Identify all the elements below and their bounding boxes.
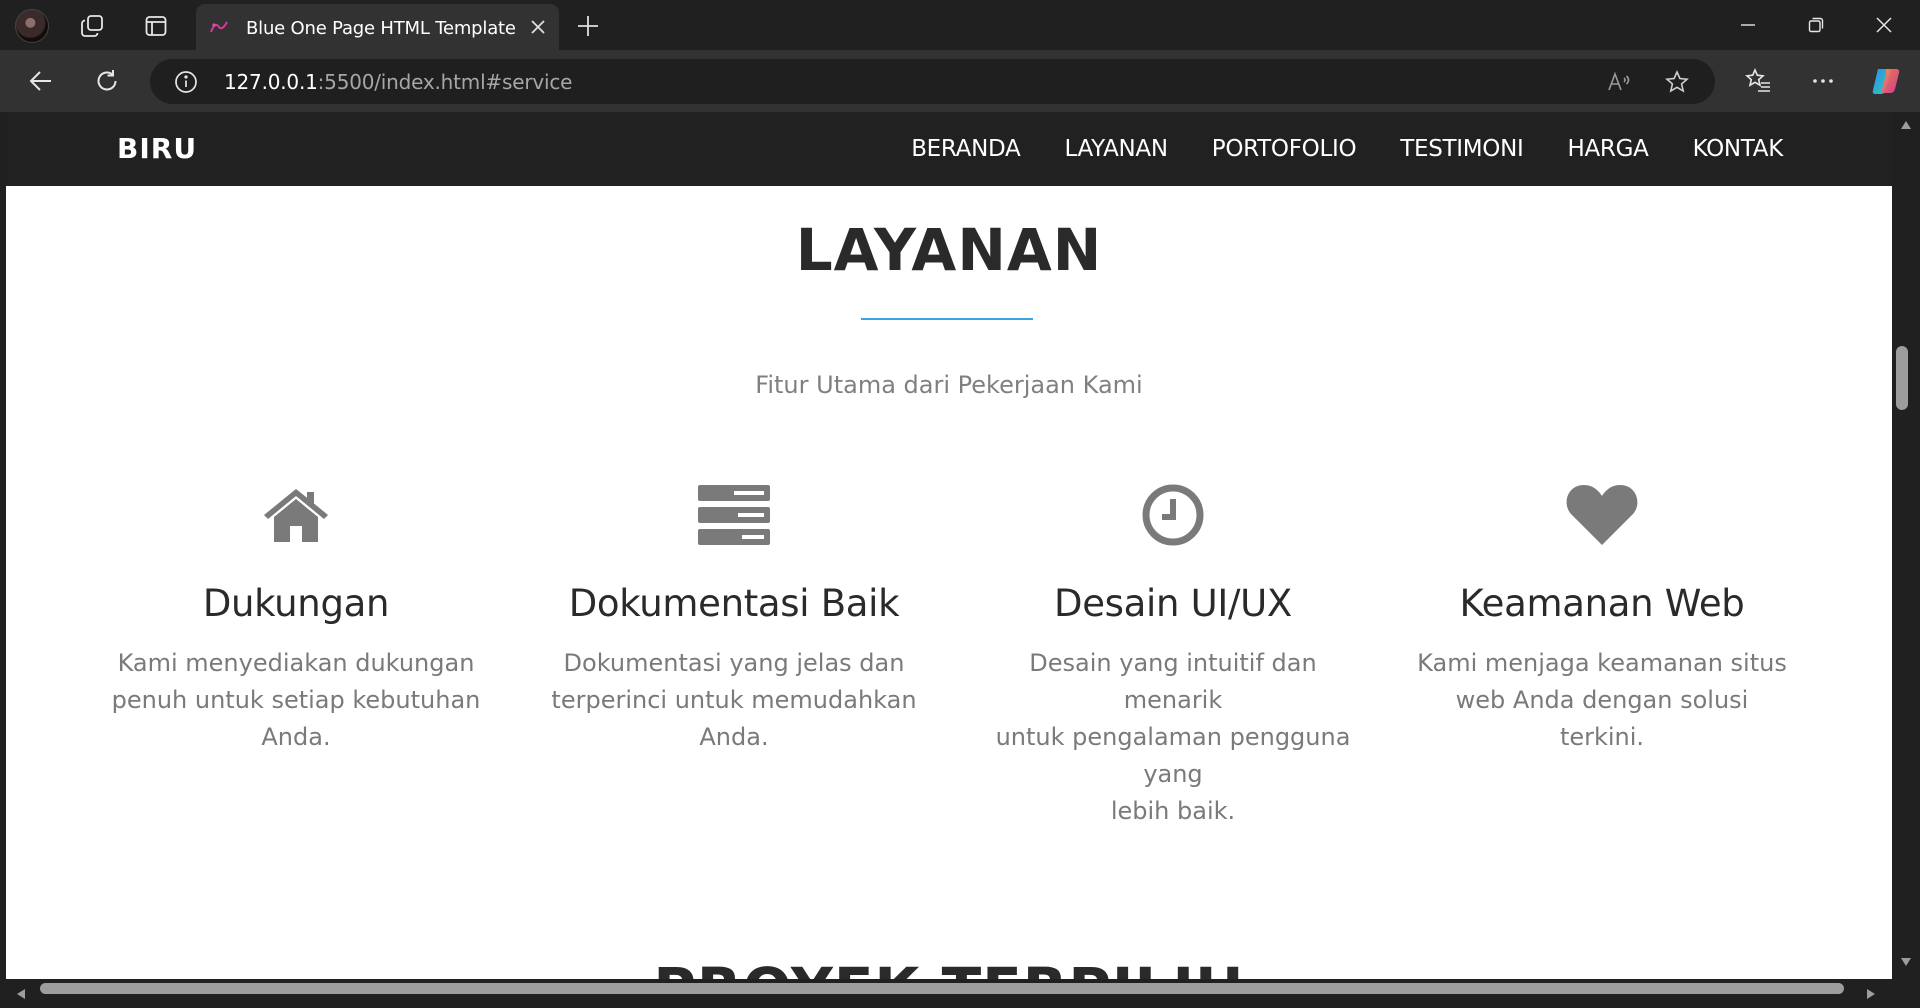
feature-card: Dukungan Kami menyediakan dukungan penuh… — [111, 474, 481, 756]
favorites-button[interactable] — [1741, 64, 1775, 98]
browser-titlebar: Blue One Page HTML Template — [0, 0, 1920, 50]
vertical-scroll-thumb[interactable] — [1896, 346, 1908, 410]
copilot-button[interactable] — [1869, 64, 1903, 98]
site-info-icon[interactable] — [174, 70, 198, 94]
site-menu: BERANDA LAYANAN PORTOFOLIO TESTIMONI HAR… — [867, 136, 1783, 162]
restore-button[interactable] — [1782, 0, 1850, 50]
url-path: :5500/index.html#service — [317, 70, 573, 94]
feature-card: Dokumentasi Baik Dokumentasi yang jelas … — [549, 474, 919, 756]
address-bar[interactable]: 127.0.0.1:5500/index.html#service — [150, 59, 1715, 104]
section-subtitle: Fitur Utama dari Pekerjaan Kami — [755, 371, 1143, 399]
menu-layanan[interactable]: LAYANAN — [1064, 136, 1168, 162]
heart-icon — [1566, 485, 1638, 545]
refresh-button[interactable] — [90, 64, 124, 98]
minimize-icon — [1741, 24, 1755, 26]
restore-icon — [1808, 17, 1824, 33]
close-window-button[interactable] — [1850, 0, 1918, 50]
scroll-right-arrow-icon[interactable] — [1866, 988, 1876, 1000]
profile-avatar[interactable] — [15, 9, 49, 43]
url-host: 127.0.0.1 — [224, 70, 318, 94]
vertical-scrollbar[interactable] — [1892, 112, 1920, 979]
feature-title: Desain UI/UX — [1054, 582, 1292, 625]
home-icon — [264, 489, 328, 542]
feature-description: Kami menyediakan dukungan penuh untuk se… — [111, 649, 481, 751]
next-section-title: PROYEK TERPILIH — [6, 955, 1892, 979]
horizontal-scroll-thumb[interactable] — [40, 983, 1844, 994]
more-dots-icon — [1813, 79, 1833, 83]
clock-icon — [1142, 484, 1204, 546]
copilot-icon — [1872, 69, 1900, 94]
menu-testimoni[interactable]: TESTIMONI — [1400, 136, 1524, 162]
feature-description: Dokumentasi yang jelas dan terperinci un… — [551, 649, 917, 751]
favorite-star-icon[interactable] — [1664, 69, 1690, 95]
scroll-down-arrow-icon[interactable] — [1900, 957, 1912, 967]
server-icon — [698, 485, 770, 545]
back-button[interactable] — [24, 64, 58, 98]
features-row: Dukungan Kami menyediakan dukungan penuh… — [111, 474, 1787, 825]
feature-card: Desain UI/UX Desain yang intuitif dan me… — [988, 474, 1358, 830]
site-navbar: BIRU BERANDA LAYANAN PORTOFOLIO TESTIMON… — [6, 112, 1892, 186]
browser-toolbar: 127.0.0.1:5500/index.html#service — [0, 50, 1920, 112]
feature-title: Dukungan — [202, 582, 390, 625]
feature-title: Dokumentasi Baik — [568, 582, 900, 625]
menu-portofolio[interactable]: PORTOFOLIO — [1212, 136, 1357, 162]
menu-harga[interactable]: HARGA — [1568, 136, 1649, 162]
tab-title: Blue One Page HTML Template — [246, 18, 516, 39]
feature-description: Kami menjaga keamanan situs web Anda den… — [1417, 649, 1787, 751]
new-tab-icon[interactable] — [574, 12, 602, 40]
page-viewport: BIRU BERANDA LAYANAN PORTOFOLIO TESTIMON… — [6, 112, 1892, 979]
refresh-icon — [97, 70, 117, 91]
menu-kontak[interactable]: KONTAK — [1693, 136, 1784, 162]
feature-description: Desain yang intuitif dan menarik untuk p… — [995, 649, 1351, 825]
scroll-left-arrow-icon[interactable] — [16, 988, 26, 1000]
active-tab[interactable]: Blue One Page HTML Template — [196, 4, 559, 50]
site-brand[interactable]: BIRU — [117, 132, 197, 165]
tab-favicon-icon — [210, 21, 228, 33]
read-aloud-icon[interactable] — [1606, 69, 1632, 95]
menu-beranda[interactable]: BERANDA — [911, 136, 1021, 162]
close-tab-icon[interactable] — [529, 18, 547, 36]
favorites-icon — [1745, 68, 1770, 92]
scroll-up-arrow-icon[interactable] — [1900, 120, 1912, 130]
minimize-button[interactable] — [1714, 0, 1782, 50]
section-title: LAYANAN — [795, 216, 1103, 284]
workspaces-icon[interactable] — [75, 9, 109, 43]
feature-title: Keamanan Web — [1459, 582, 1745, 625]
close-icon — [1876, 17, 1892, 33]
more-button[interactable] — [1806, 64, 1840, 98]
feature-card: Keamanan Web Kami menjaga keamanan situs… — [1417, 474, 1787, 756]
title-divider — [861, 318, 1033, 320]
back-arrow-icon — [29, 71, 51, 91]
tab-actions-icon[interactable] — [139, 9, 173, 43]
url-text[interactable]: 127.0.0.1:5500/index.html#service — [224, 70, 572, 94]
